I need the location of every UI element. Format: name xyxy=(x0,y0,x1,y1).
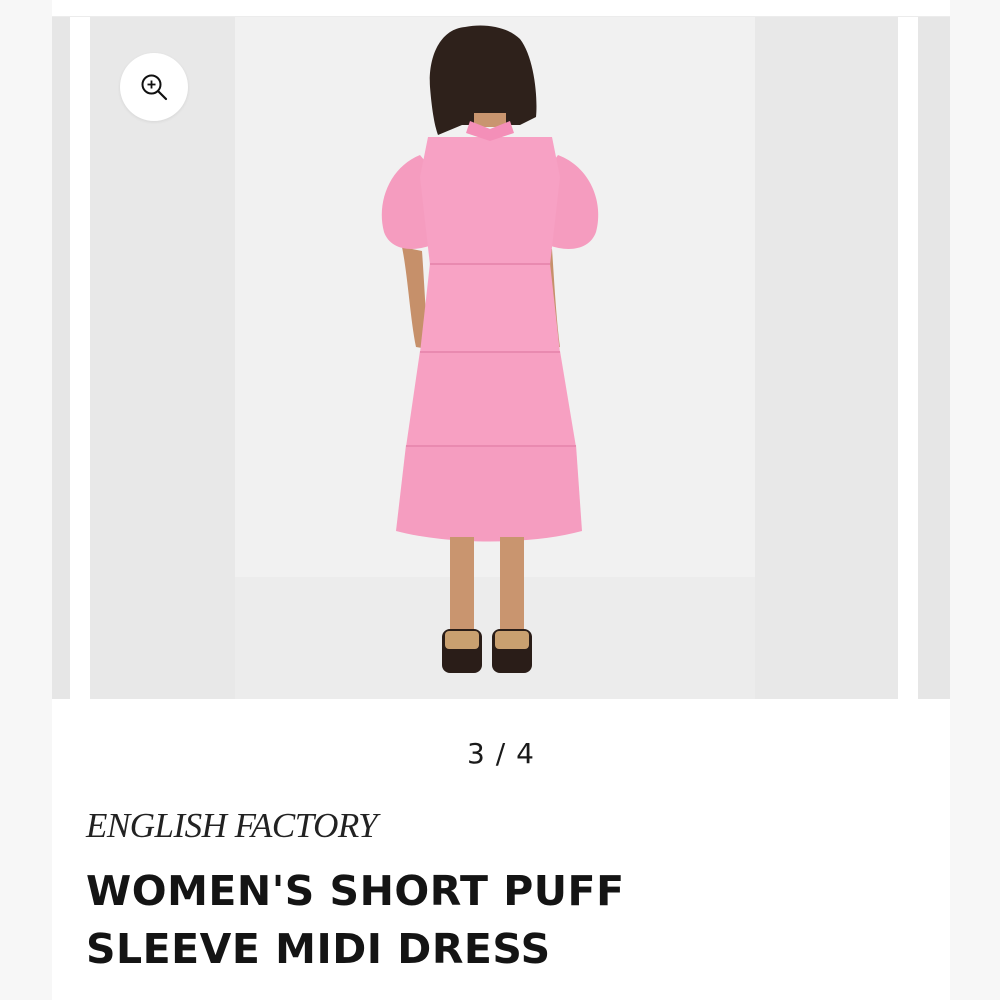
current-image-index: 3 xyxy=(467,737,486,770)
brand-name[interactable]: ENGLISH FACTORY xyxy=(86,806,378,846)
image-counter: 3 / 4 xyxy=(52,737,950,770)
top-bar xyxy=(52,0,950,17)
product-image[interactable] xyxy=(90,17,898,699)
total-image-count: 4 xyxy=(516,737,535,770)
zoom-in-icon xyxy=(141,74,168,101)
product-page: 3 / 4 ENGLISH FACTORY WOMEN'S SHORT PUFF… xyxy=(52,0,950,1000)
zoom-button[interactable] xyxy=(120,53,188,121)
next-image-peek[interactable] xyxy=(918,17,950,699)
product-title-line-2: SLEEVE MIDI DRESS xyxy=(86,925,551,973)
image-gallery[interactable] xyxy=(52,17,950,699)
previous-image-peek[interactable] xyxy=(52,17,70,699)
product-title-line-1: WOMEN'S SHORT PUFF xyxy=(86,867,625,915)
counter-separator: / xyxy=(495,737,507,770)
product-title: WOMEN'S SHORT PUFF SLEEVE MIDI DRESS xyxy=(86,862,926,978)
dress-photo xyxy=(90,17,898,699)
